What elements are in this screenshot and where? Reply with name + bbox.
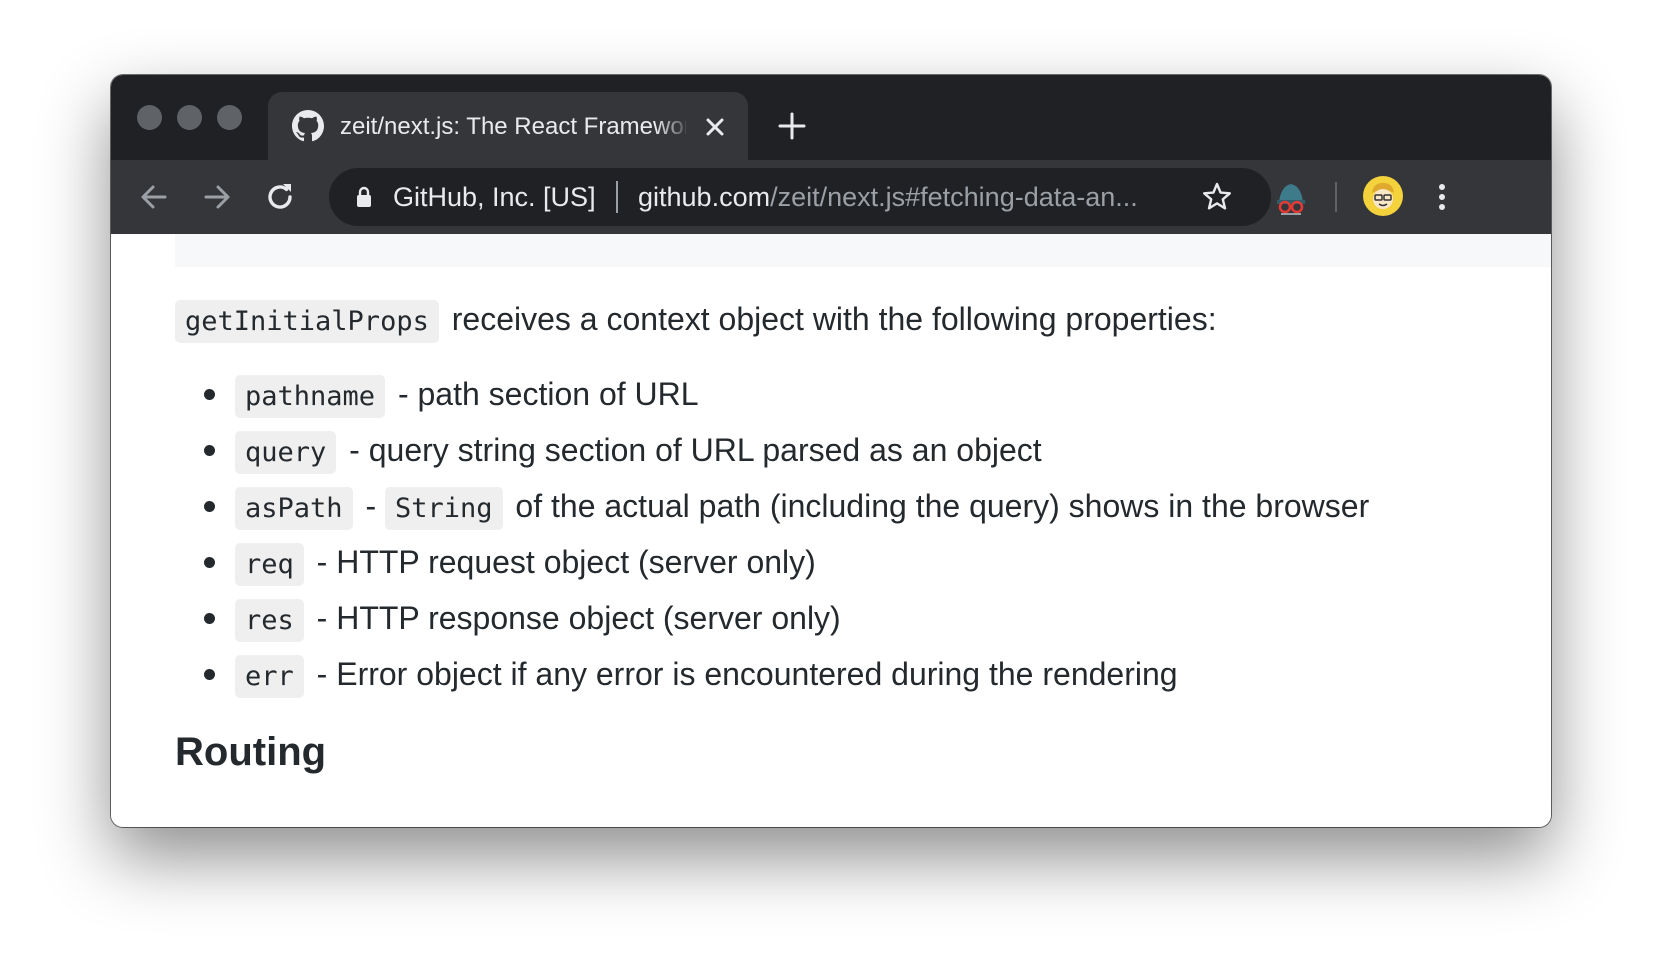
list-item: err - Error object if any error is encou…: [175, 652, 1369, 708]
plus-icon[interactable]: [777, 111, 807, 141]
arrow-right-icon[interactable]: [198, 178, 236, 216]
inline-code: getInitialProps: [175, 300, 439, 343]
inline-code: String: [384, 487, 503, 530]
intro-paragraph: getInitialProps receives a context objec…: [175, 297, 1217, 343]
list-item: req - HTTP request object (server only): [175, 540, 1369, 596]
avatar-icon[interactable]: [1363, 176, 1403, 216]
inline-code: pathname: [235, 375, 386, 418]
lock-icon[interactable]: [355, 186, 373, 208]
list-item: pathname - path section of URL: [175, 372, 1369, 428]
inline-code: asPath: [235, 487, 353, 530]
intro-text: receives a context object with the follo…: [451, 301, 1217, 337]
url-text[interactable]: github.com/zeit/next.js#fetching-data-an…: [638, 180, 1198, 214]
reload-icon[interactable]: [261, 178, 299, 216]
site-identity-label[interactable]: GitHub, Inc. [US]: [393, 180, 596, 214]
inline-code: res: [235, 599, 304, 642]
kebab-menu-icon[interactable]: [1423, 178, 1461, 216]
close-tab-icon[interactable]: [702, 114, 728, 140]
incognito-extension-icon[interactable]: [1267, 174, 1315, 222]
code-block: [175, 234, 1551, 267]
list-item: query - query string section of URL pars…: [175, 428, 1369, 484]
browser-window: zeit/next.js: The React Framework GitHub…: [111, 75, 1551, 827]
github-icon: [292, 110, 324, 142]
inline-code: err: [235, 655, 304, 698]
minimize-window-button[interactable]: [177, 105, 202, 130]
list-item: res - HTTP response object (server only): [175, 596, 1369, 652]
arrow-left-icon[interactable]: [135, 178, 173, 216]
browser-toolbar: GitHub, Inc. [US] github.com/zeit/next.j…: [111, 160, 1551, 234]
star-icon[interactable]: [1201, 181, 1233, 213]
list-item: asPath - String of the actual path (incl…: [175, 484, 1369, 540]
close-window-button[interactable]: [137, 105, 162, 130]
properties-list: pathname - path section of URL query - q…: [175, 372, 1369, 708]
address-bar[interactable]: GitHub, Inc. [US] github.com/zeit/next.j…: [329, 168, 1271, 226]
tab-strip: zeit/next.js: The React Framework: [111, 75, 1551, 160]
maximize-window-button[interactable]: [217, 105, 242, 130]
inline-code: req: [235, 543, 304, 586]
page-content: getInitialProps receives a context objec…: [111, 234, 1551, 827]
section-heading: Routing: [175, 730, 327, 774]
tab-title: zeit/next.js: The React Framework: [340, 113, 686, 140]
inline-code: query: [235, 431, 337, 474]
tab-active[interactable]: zeit/next.js: The React Framework: [268, 92, 748, 160]
